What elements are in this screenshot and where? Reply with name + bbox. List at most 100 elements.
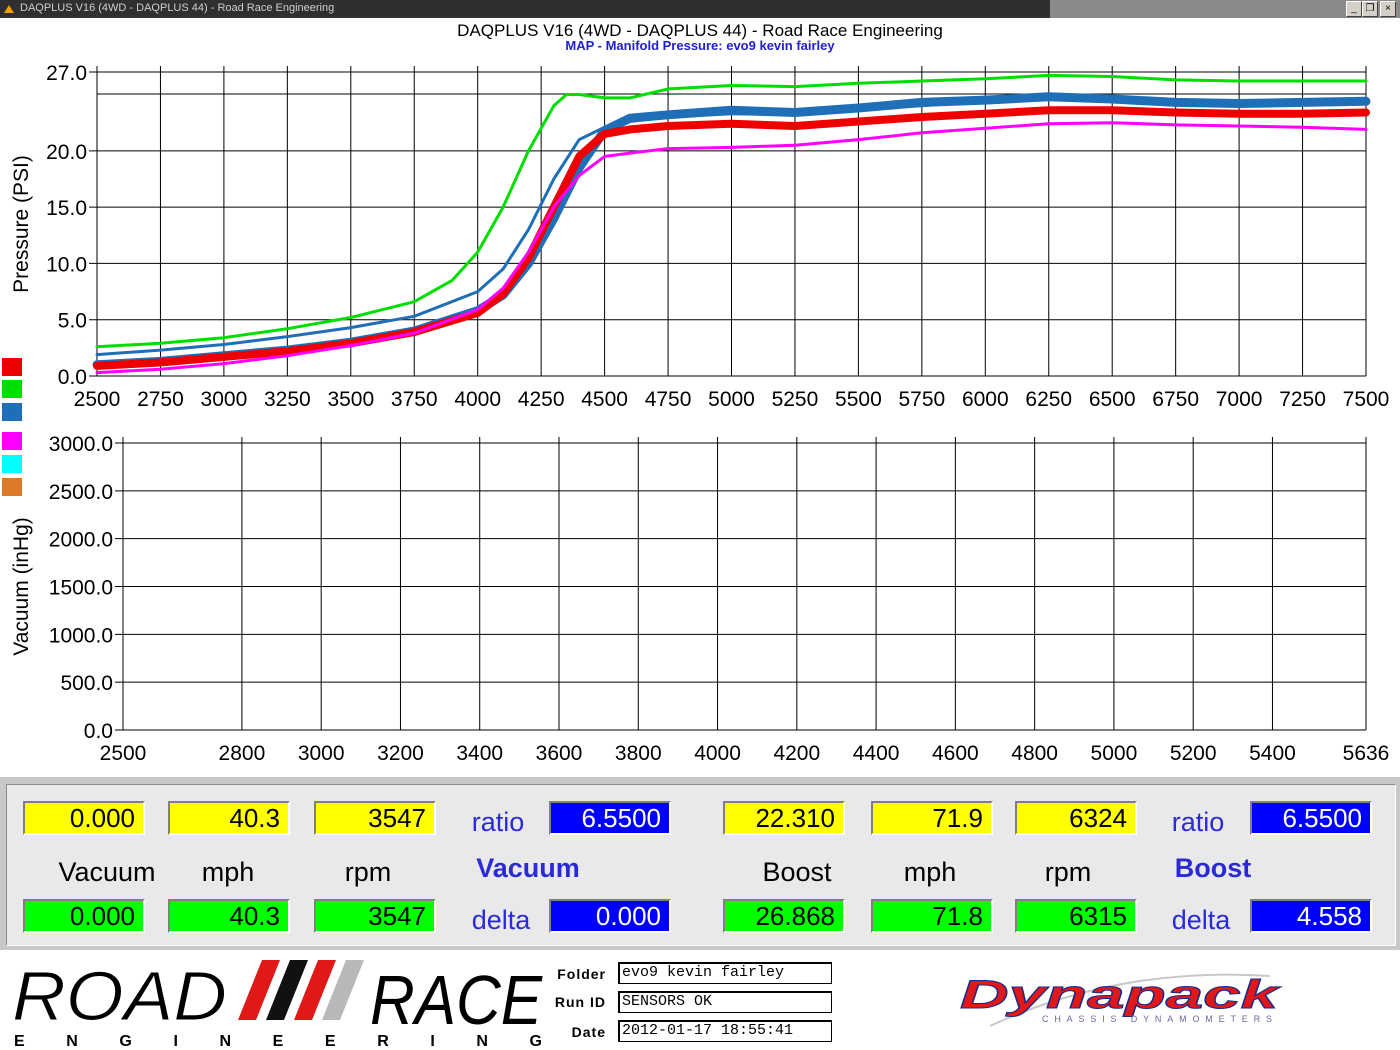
restore-button[interactable]: ❐ — [1362, 1, 1378, 17]
folder-label: Folder — [557, 966, 606, 982]
y-axis-label: Pressure (PSI) — [10, 155, 33, 293]
legend-swatch-4[interactable] — [2, 432, 22, 450]
vacuum-mph-readout: 40.3 — [168, 801, 290, 835]
y-axis-label: Vacuum (inHg) — [10, 517, 33, 656]
y-tick-label: 5.0 — [58, 310, 87, 333]
boost-label: Boost — [762, 857, 832, 887]
boost-mph-readout: 71.9 — [871, 801, 993, 835]
x-tick-label: 5250 — [772, 388, 819, 411]
y-tick-label: 2000.0 — [49, 529, 113, 552]
vacuum-chart[interactable]: 2500 2800 3000 3200 3400 3600 3800 4000 4200 4400… — [0, 424, 1400, 776]
y-tick-label: 1500.0 — [49, 577, 113, 600]
x-tick-label: 3250 — [264, 388, 311, 411]
x-tick-label: 2500 — [74, 388, 121, 411]
vacuum-rpm-readout: 3547 — [314, 801, 436, 835]
logo-road-text: ROAD — [12, 957, 227, 1035]
folder-field[interactable]: evo9 kevin fairley — [618, 962, 832, 984]
boost-rpm-readout: 6324 — [1015, 801, 1137, 835]
x-tick-label: 7250 — [1279, 388, 1326, 411]
y-tick-label: 10.0 — [46, 253, 87, 276]
chart-header: DAQPLUS V16 (4WD - DAQPLUS 44) - Road Ra… — [0, 18, 1400, 54]
boost-value-peak-readout: 26.868 — [723, 899, 845, 933]
legend-swatch-6[interactable] — [2, 478, 22, 496]
x-tick-label: 4250 — [518, 388, 565, 411]
x-tick-label: 6000 — [962, 388, 1009, 411]
vacuum-rpm-label: rpm — [344, 857, 392, 887]
vacuum-value-readout: 0.000 — [23, 801, 145, 835]
boost-mph-peak-readout: 71.8 — [871, 899, 993, 933]
footer: ROAD RACE E N G I N E E R I N G Folder e… — [0, 950, 1400, 1050]
y-tick-label: 0.0 — [58, 366, 87, 389]
minimize-button[interactable]: _ — [1346, 1, 1362, 17]
x-tick-label: 3000 — [298, 742, 345, 765]
x-tick-label: 4200 — [773, 742, 820, 765]
y-tick-label: 3000.0 — [49, 433, 113, 456]
x-tick-label: 3600 — [536, 742, 583, 765]
window-titlebar: DAQPLUS V16 (4WD - DAQPLUS 44) - Road Ra… — [0, 0, 1400, 18]
app-icon — [4, 5, 14, 13]
x-tick-label: 3500 — [327, 388, 374, 411]
date-label: Date — [571, 1024, 606, 1040]
boost-value-readout: 22.310 — [723, 801, 845, 835]
vacuum-mph-peak-readout: 40.3 — [168, 899, 290, 933]
vacuum-section-label: Vacuum — [476, 853, 580, 883]
y-tick-label: 1000.0 — [49, 624, 113, 647]
x-tick-label: 3800 — [615, 742, 662, 765]
x-tick-label: 5000 — [708, 388, 755, 411]
y-tick-label: 27.0 — [46, 62, 87, 85]
dynapack-logo: Dynapack CHASSIS DYNAMOMETERS — [960, 973, 1281, 1027]
y-tick-label: 2500.0 — [49, 481, 113, 504]
vacuum-delta-label: delta — [471, 905, 531, 935]
runid-field[interactable]: SENSORS OK — [618, 991, 832, 1013]
x-tick-label: 4600 — [932, 742, 979, 765]
runid-label: Run ID — [554, 994, 606, 1010]
x-tick-label: 2750 — [137, 388, 184, 411]
boost-ratio-readout: 6.5500 — [1250, 801, 1372, 835]
legend-swatch-5[interactable] — [2, 455, 22, 473]
x-tick-label: 7000 — [1216, 388, 1263, 411]
x-tick-label: 7500 — [1343, 388, 1390, 411]
x-tick-label: 4000 — [694, 742, 741, 765]
x-tick-label: 3200 — [377, 742, 424, 765]
legend-swatch-3[interactable] — [2, 403, 22, 421]
y-tick-label: 0.0 — [84, 720, 113, 743]
x-tick-label: 6750 — [1152, 388, 1199, 411]
x-tick-label: 3000 — [201, 388, 248, 411]
x-tick-label: 2800 — [219, 742, 266, 765]
legend-swatch-2[interactable] — [2, 380, 22, 398]
x-tick-label: 4750 — [645, 388, 692, 411]
logo-race-text: RACE — [370, 961, 543, 1039]
pressure-chart[interactable]: 2500 2750 3000 3250 3500 3750 4000 4250 4500 4750… — [0, 54, 1400, 424]
road-race-logo: ROAD RACE E N G I N E E R I N G — [12, 957, 544, 1047]
vacuum-value-peak-readout: 0.000 — [23, 899, 145, 933]
y-tick-label: 20.0 — [46, 141, 87, 164]
boost-section-label: Boost — [1174, 853, 1252, 883]
vacuum-ratio-readout: 6.5500 — [549, 801, 671, 835]
x-tick-label: 5000 — [1091, 742, 1138, 765]
x-tick-label: 4500 — [581, 388, 628, 411]
window-caption: DAQPLUS V16 (4WD - DAQPLUS 44) - Road Ra… — [20, 2, 335, 14]
x-tick-label: 5200 — [1170, 742, 1217, 765]
vacuum-label: Vacuum — [58, 857, 156, 887]
boost-ratio-label: ratio — [1171, 807, 1225, 837]
vacuum-delta-readout: 0.000 — [549, 899, 671, 933]
legend-swatch-1[interactable] — [2, 358, 22, 376]
x-tick-label: 3400 — [456, 742, 503, 765]
boost-rpm-label: rpm — [1044, 857, 1092, 887]
x-tick-label: 6500 — [1089, 388, 1136, 411]
x-tick-label: 5400 — [1249, 742, 1296, 765]
readout-panel: 0.000 40.3 3547 ratio 6.5500 22.310 71.9… — [0, 777, 1400, 950]
x-tick-label: 5750 — [898, 388, 945, 411]
close-button[interactable]: × — [1380, 1, 1396, 17]
x-tick-label: 4000 — [454, 388, 501, 411]
date-field[interactable]: 2012-01-17 18:55:41 — [618, 1020, 832, 1042]
x-tick-label: 5500 — [835, 388, 882, 411]
x-tick-label: 5636 — [1343, 742, 1390, 765]
chart-subtitle: MAP - Manifold Pressure: evo9 kevin fair… — [565, 38, 835, 53]
boost-delta-readout: 4.558 — [1250, 899, 1372, 933]
dynapack-text: Dynapack — [960, 973, 1281, 1017]
x-tick-label: 2500 — [100, 742, 147, 765]
vacuum-ratio-label: ratio — [471, 807, 525, 837]
boost-delta-label: delta — [1171, 905, 1231, 935]
x-tick-label: 3750 — [391, 388, 438, 411]
